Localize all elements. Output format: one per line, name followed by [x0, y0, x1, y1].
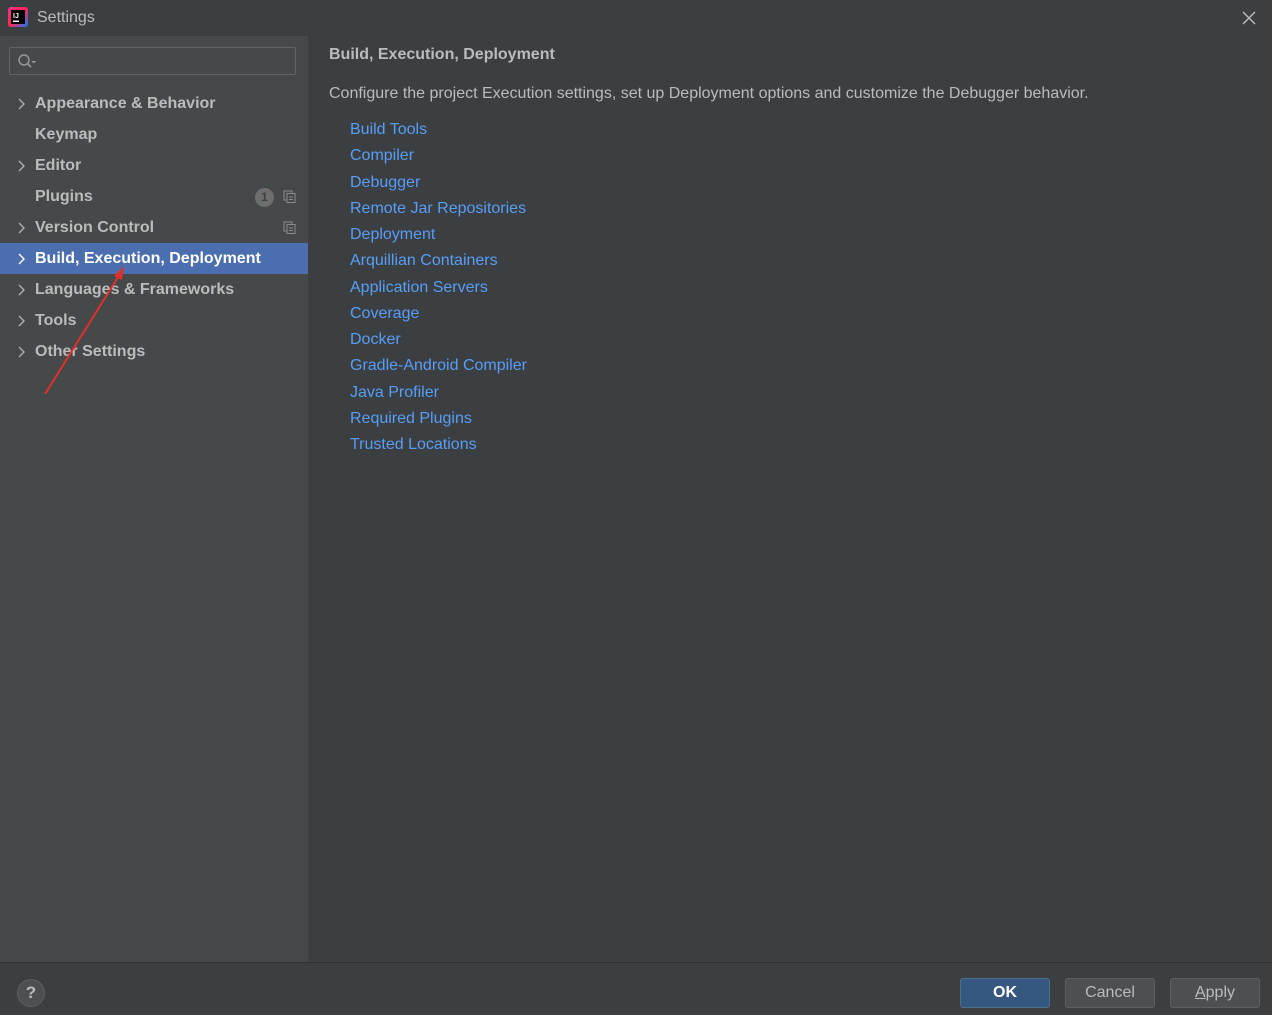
apply-button[interactable]: Apply [1170, 978, 1260, 1008]
link-remote-jar-repositories[interactable]: Remote Jar Repositories [350, 196, 527, 222]
window-title: Settings [37, 9, 95, 26]
ok-button[interactable]: OK [960, 978, 1050, 1008]
link-gradle-android-compiler[interactable]: Gradle-Android Compiler [350, 353, 527, 379]
project-level-icon [283, 190, 296, 203]
intellij-app-icon: IJ [8, 7, 28, 27]
subsection-links: Build Tools Compiler Debugger Remote Jar… [350, 117, 527, 458]
sidebar-item-languages-frameworks[interactable]: Languages & Frameworks [0, 274, 308, 305]
cancel-button[interactable]: Cancel [1065, 978, 1155, 1008]
link-trusted-locations[interactable]: Trusted Locations [350, 432, 527, 458]
settings-tree: Appearance & Behavior Keymap Editor Plug… [0, 88, 308, 367]
sidebar-item-plugins[interactable]: Plugins 1 [0, 181, 308, 212]
settings-content-panel: Build, Execution, Deployment Configure t… [308, 36, 1272, 962]
help-button[interactable]: ? [17, 979, 45, 1007]
sidebar-item-build-execution-deployment[interactable]: Build, Execution, Deployment [0, 243, 308, 274]
chevron-right-icon[interactable] [15, 97, 27, 111]
link-coverage[interactable]: Coverage [350, 301, 527, 327]
svg-text:IJ: IJ [13, 13, 19, 20]
page-description: Configure the project Execution settings… [329, 85, 1089, 102]
settings-dialog: IJ Settings Appearance & Behavior Keymap… [0, 0, 1272, 1015]
link-docker[interactable]: Docker [350, 327, 527, 353]
search-icon[interactable] [17, 53, 37, 71]
sidebar-item-version-control[interactable]: Version Control [0, 212, 308, 243]
sidebar-item-label: Languages & Frameworks [35, 281, 235, 298]
project-level-icon [283, 221, 296, 234]
sidebar-item-label: Tools [35, 312, 77, 329]
sidebar-item-label: Version Control [35, 219, 155, 236]
apply-mnemonic: A [1194, 984, 1206, 1001]
update-count-badge: 1 [255, 188, 274, 207]
link-arquillian-containers[interactable]: Arquillian Containers [350, 248, 527, 274]
sidebar-item-keymap[interactable]: Keymap [0, 119, 308, 150]
link-build-tools[interactable]: Build Tools [350, 117, 527, 143]
link-compiler[interactable]: Compiler [350, 143, 527, 169]
settings-sidebar: Appearance & Behavior Keymap Editor Plug… [0, 36, 308, 962]
chevron-right-icon[interactable] [15, 283, 27, 297]
link-java-profiler[interactable]: Java Profiler [350, 380, 527, 406]
sidebar-item-editor[interactable]: Editor [0, 150, 308, 181]
page-title: Build, Execution, Deployment [329, 46, 555, 63]
sidebar-item-label: Other Settings [35, 343, 146, 360]
link-deployment[interactable]: Deployment [350, 222, 527, 248]
sidebar-item-label: Editor [35, 157, 82, 174]
dialog-footer: ? OK Cancel Apply [0, 962, 1272, 1015]
apply-label-rest: pply [1205, 984, 1236, 1001]
close-icon[interactable] [1240, 9, 1258, 27]
sidebar-item-other-settings[interactable]: Other Settings [0, 336, 308, 367]
chevron-right-icon[interactable] [15, 314, 27, 328]
search-input[interactable] [44, 51, 293, 73]
link-application-servers[interactable]: Application Servers [350, 275, 527, 301]
link-debugger[interactable]: Debugger [350, 170, 527, 196]
chevron-right-icon[interactable] [15, 159, 27, 173]
link-required-plugins[interactable]: Required Plugins [350, 406, 527, 432]
chevron-right-icon[interactable] [15, 252, 27, 266]
title-bar: IJ Settings [0, 0, 1272, 36]
sidebar-item-label: Build, Execution, Deployment [35, 250, 261, 267]
sidebar-item-label: Keymap [35, 126, 98, 143]
chevron-right-icon[interactable] [15, 345, 27, 359]
sidebar-item-tools[interactable]: Tools [0, 305, 308, 336]
chevron-right-icon[interactable] [15, 221, 27, 235]
sidebar-item-label: Plugins [35, 188, 93, 205]
search-field[interactable] [9, 47, 296, 75]
sidebar-item-label: Appearance & Behavior [35, 95, 216, 112]
sidebar-item-appearance-behavior[interactable]: Appearance & Behavior [0, 88, 308, 119]
